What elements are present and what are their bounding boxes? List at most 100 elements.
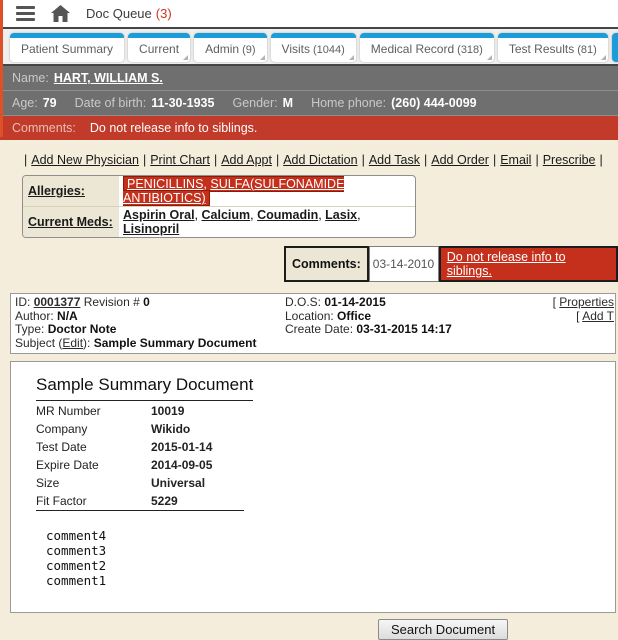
- document-field-value: Universal: [151, 476, 206, 490]
- action-link-prescribe[interactable]: Prescribe: [543, 153, 596, 167]
- action-separator: |: [24, 153, 28, 167]
- tab-document-s[interactable]: Document S: [611, 33, 618, 62]
- med-link[interactable]: Lisinopril: [123, 222, 179, 236]
- comment-note-link[interactable]: Do not release info to siblings.: [447, 250, 610, 278]
- current-meds-label-cell: Current Meds:: [23, 207, 119, 237]
- document-comment-line: comment3: [46, 543, 107, 558]
- tab-label: Current: [139, 42, 180, 56]
- document-fields-table: MR Number 10019 Company Wikido Test Date 2015…: [36, 402, 244, 511]
- revision-value: 0: [143, 295, 150, 309]
- tab-visits[interactable]: Visits (1044): [270, 33, 356, 62]
- action-separator: |: [275, 153, 280, 167]
- tab-admin[interactable]: Admin (9): [194, 33, 267, 62]
- tab-test-results[interactable]: Test Results (81): [497, 33, 608, 62]
- meta-type-row: Type: Doctor Note: [15, 322, 285, 337]
- tab-current[interactable]: Current: [128, 33, 191, 62]
- allergies-link[interactable]: Allergies:: [28, 184, 85, 198]
- comment-date-input[interactable]: [368, 246, 439, 282]
- document-field-label: MR Number: [36, 404, 101, 418]
- med-link[interactable]: Coumadin: [257, 208, 318, 222]
- action-link-add-dictation[interactable]: Add Dictation: [283, 153, 357, 167]
- doc-queue-count: (3): [155, 6, 172, 21]
- patient-name-bar: Name: HART, WILLIAM S.: [0, 66, 618, 90]
- id-label: ID:: [15, 295, 31, 309]
- meta-id-row: ID: 0001377 Revision # 0: [15, 295, 285, 310]
- allergy-link[interactable]: PENICILLINS: [127, 177, 203, 191]
- demographic-value: (260) 444-0099: [391, 96, 477, 110]
- demographic-value: M: [282, 96, 294, 110]
- tab-label: Test Results: [508, 42, 575, 56]
- current-meds-link[interactable]: Current Meds:: [28, 215, 113, 229]
- document-field-row: Company Wikido: [36, 420, 244, 438]
- allergies-value-cell: PENICILLINS, SULFA(SULFONAMIDE ANTIBIOTI…: [119, 176, 415, 206]
- document-id-link[interactable]: 0001377: [34, 295, 81, 309]
- tab-dropdown-fold-icon: [183, 55, 189, 60]
- create-date-label: Create Date:: [285, 322, 354, 336]
- med-link[interactable]: Calcium: [202, 208, 251, 222]
- action-link-add-order[interactable]: Add Order: [431, 153, 489, 167]
- document-content-box: Sample Summary Document MR Number 10019 Co…: [10, 361, 616, 613]
- action-link-add-new-physician[interactable]: Add New Physician: [31, 153, 139, 167]
- document-comment-line: comment1: [46, 573, 107, 588]
- action-link-email[interactable]: Email: [500, 153, 531, 167]
- type-value: Doctor Note: [47, 322, 117, 336]
- dos-value: 01-14-2015: [324, 295, 386, 309]
- demographic-label: Gender:: [232, 96, 278, 110]
- tab-count: (9): [242, 44, 256, 56]
- demographic-item: Date of birth: 11-30-1935: [75, 96, 215, 110]
- meta-link-row: [ Properties: [553, 295, 614, 310]
- tab-count: (81): [577, 44, 597, 56]
- document-field-label: Company: [36, 422, 88, 436]
- document-field-value: 2015-01-14: [151, 440, 213, 454]
- demographic-label: Age:: [12, 96, 38, 110]
- document-field-row: Test Date 2015-01-14: [36, 438, 244, 456]
- search-row: Search Document: [0, 619, 618, 640]
- action-link-add-appt[interactable]: Add Appt: [221, 153, 272, 167]
- document-field-label: Fit Factor: [36, 494, 87, 508]
- document-field-label: Expire Date: [36, 458, 99, 472]
- action-link-print-chart[interactable]: Print Chart: [150, 153, 210, 167]
- search-document-button[interactable]: Search Document: [378, 619, 509, 640]
- action-separator: |: [361, 153, 365, 167]
- med-link[interactable]: Lasix: [325, 208, 357, 222]
- tab-medical-record[interactable]: Medical Record (318): [359, 33, 494, 62]
- allergies-label-cell: Allergies:: [23, 176, 119, 206]
- subject-suffix: ):: [83, 335, 94, 350]
- demographic-value: 79: [42, 96, 57, 110]
- document-field-value: 10019: [151, 404, 185, 418]
- patient-name-link[interactable]: HART, WILLIAM S.: [54, 71, 163, 85]
- tab-bar: Patient Summary Current Admin (9) Visits (104…: [0, 29, 618, 66]
- demographic-item: Age: 79: [12, 96, 57, 110]
- chart-comment-label: Comments:: [284, 246, 369, 282]
- home-icon[interactable]: [51, 5, 70, 22]
- name-label: Name:: [12, 71, 49, 85]
- current-meds-row: Current Meds: Aspirin Oral, Calcium, Cou…: [23, 206, 415, 237]
- document-field-row: MR Number 10019: [36, 402, 244, 420]
- meta-link[interactable]: Properties: [559, 295, 614, 309]
- action-separator: |: [142, 153, 147, 167]
- meta-author-row: Author: N/A: [15, 308, 285, 324]
- hamburger-menu-icon[interactable]: [16, 6, 35, 21]
- type-label: Type:: [15, 322, 45, 336]
- allergy-meds-box: Allergies: PENICILLINS, SULFA(SULFONAMID…: [22, 175, 416, 238]
- action-separator: |: [599, 153, 603, 167]
- allergy-highlight: PENICILLINS, SULFA(SULFONAMIDE ANTIBIOTI…: [123, 176, 345, 206]
- allergies-row: Allergies: PENICILLINS, SULFA(SULFONAMID…: [23, 176, 415, 206]
- meta-link[interactable]: Add T: [582, 309, 614, 323]
- subject-value: Sample Summary Document: [93, 335, 257, 350]
- author-value: N/A: [57, 308, 78, 323]
- revision-label: Revision #: [83, 295, 140, 309]
- action-link-add-task[interactable]: Add Task: [369, 153, 420, 167]
- tab-label: Medical Record: [370, 42, 455, 56]
- document-field-row: Expire Date 2014-09-05: [36, 456, 244, 474]
- tab-patient-summary[interactable]: Patient Summary: [10, 33, 125, 62]
- subject-edit-link[interactable]: Edit: [62, 336, 83, 350]
- patient-comments-bar: Comments: Do not release info to sibling…: [0, 115, 618, 140]
- document-comment-line: comment2: [46, 558, 107, 573]
- document-field-row: Fit Factor 5229: [36, 492, 244, 511]
- left-accent-stripe: [0, 0, 3, 137]
- tab-label: Admin: [205, 42, 240, 56]
- create-date-value: 03-31-2015 14:17: [356, 322, 452, 336]
- med-link[interactable]: Aspirin Oral: [123, 208, 195, 222]
- author-label: Author:: [15, 308, 54, 323]
